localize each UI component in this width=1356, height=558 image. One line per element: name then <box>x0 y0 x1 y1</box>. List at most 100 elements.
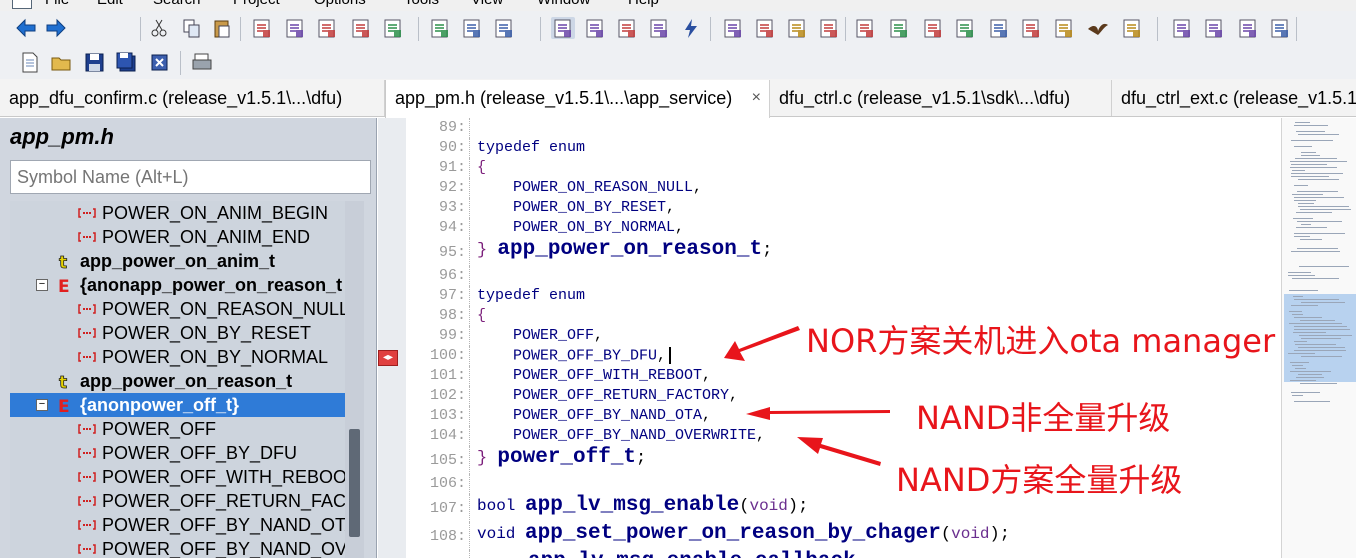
menu-project[interactable]: Project <box>233 0 280 8</box>
code-text: POWER_OFF, <box>477 327 603 344</box>
symbol-tree-item[interactable]: − E {anonapp_power_on_reason_t <box>10 273 345 297</box>
symbol-tree-item[interactable]: POWER_OFF_BY_NAND_OTA <box>10 513 345 537</box>
context-icon[interactable] <box>921 17 945 39</box>
symbol-tree-label: POWER_ON_ANIM_BEGIN <box>102 203 329 223</box>
code-line: 89: <box>406 118 1281 138</box>
menu-search[interactable]: Search <box>153 0 201 8</box>
symbol-tree-item[interactable]: POWER_ON_ANIM_END <box>10 225 345 249</box>
browse-icon[interactable] <box>887 17 911 39</box>
back-icon[interactable] <box>14 17 38 39</box>
menu-help[interactable]: Help <box>628 0 659 8</box>
page-icon[interactable] <box>1236 17 1260 39</box>
expand-icon[interactable] <box>1120 17 1144 39</box>
typedef-icon: t <box>56 251 74 274</box>
minimap-line <box>1290 161 1347 162</box>
symbol-tree-item[interactable]: POWER_ON_ANIM_BEGIN <box>10 201 345 225</box>
minimap-line <box>1292 395 1303 396</box>
minimap-line <box>1295 368 1306 369</box>
save-icon[interactable] <box>83 51 107 73</box>
print-icon[interactable] <box>190 51 214 73</box>
symbol-tree-item[interactable]: − E {anonpower_off_t} <box>10 393 345 417</box>
cut-icon[interactable] <box>147 17 171 39</box>
sync-icon[interactable] <box>987 17 1011 39</box>
jump-down-icon[interactable] <box>315 17 339 39</box>
menubar: File Edit Search Project Options Tools View Win… <box>0 0 1356 11</box>
symbol-tree-item[interactable]: POWER_ON_REASON_NULL <box>10 297 345 321</box>
menu-file[interactable]: File <box>45 0 69 8</box>
info-icon[interactable] <box>1019 17 1043 39</box>
symbol-window-icon[interactable] <box>953 17 977 39</box>
bookmark-next-icon[interactable] <box>460 17 484 39</box>
tab-dfu-ctrl-ext[interactable]: dfu_ctrl_ext.c (release_v1.5.1 <box>1112 80 1356 116</box>
symbol-tree-item[interactable]: POWER_OFF <box>10 417 345 441</box>
menu-view[interactable]: View <box>471 0 503 8</box>
bookmark-prev-icon[interactable] <box>428 17 452 39</box>
gutter-guide <box>469 326 473 346</box>
menu-tools[interactable]: Tools <box>404 0 439 8</box>
minimap-line <box>1294 317 1322 318</box>
font-icon[interactable] <box>1268 17 1292 39</box>
minimap-line <box>1295 158 1337 159</box>
symbol-tree-item[interactable]: POWER_OFF_RETURN_FACT <box>10 489 345 513</box>
code-token: , <box>729 387 739 404</box>
symbol-search-input[interactable] <box>10 160 371 194</box>
tab-dfu-ctrl[interactable]: dfu_ctrl.c (release_v1.5.1\sdk\...\dfu) <box>770 80 1112 116</box>
clip-icon[interactable] <box>817 17 841 39</box>
panel-splitter[interactable]: ◂▸ <box>378 118 406 558</box>
replace-icon[interactable] <box>381 17 405 39</box>
tab-app-dfu-confirm[interactable]: app_dfu_confirm.c (release_v1.5.1\...\df… <box>0 80 385 116</box>
panel-icon[interactable] <box>785 17 809 39</box>
symbol-tree-item[interactable]: t app_power_on_reason_t <box>10 369 345 393</box>
scrollbar-thumb[interactable] <box>349 429 360 537</box>
symbol-tree-item[interactable]: POWER_OFF_WITH_REBOOT <box>10 465 345 489</box>
symbol-icon[interactable] <box>583 17 607 39</box>
symbol-tree-item[interactable]: POWER_ON_BY_NORMAL <box>10 345 345 369</box>
new-file-icon[interactable] <box>18 51 42 73</box>
symbol-tree-item[interactable]: POWER_OFF_BY_DFU <box>10 441 345 465</box>
search-files-icon[interactable] <box>349 17 373 39</box>
function-icon[interactable] <box>647 17 671 39</box>
reference-icon[interactable] <box>615 17 639 39</box>
find-icon[interactable] <box>250 17 274 39</box>
layout-icon[interactable] <box>721 17 745 39</box>
project-icon[interactable] <box>853 17 877 39</box>
gutter-guide <box>469 386 473 406</box>
gutter-guide <box>469 158 473 178</box>
tab-close-icon[interactable]: × <box>752 80 761 116</box>
open-folder-icon[interactable] <box>50 51 74 73</box>
symbol-tree-item[interactable]: POWER_ON_BY_RESET <box>10 321 345 345</box>
tab-app-pm[interactable]: app_pm.h (release_v1.5.1\...\app_service… <box>385 80 770 118</box>
symbol-tree-label: {anonapp_power_on_reason_t <box>80 275 343 295</box>
minimap-line <box>1291 140 1333 141</box>
forward-icon[interactable] <box>44 17 68 39</box>
minimap-line <box>1298 203 1314 204</box>
relation-icon[interactable] <box>551 17 575 39</box>
tree-scrollbar[interactable] <box>345 201 364 558</box>
symbol-tree-item[interactable]: t app_power_on_anim_t <box>10 249 345 273</box>
jump-up-icon[interactable] <box>283 17 307 39</box>
menu-window[interactable]: Window <box>537 0 590 8</box>
menu-edit[interactable]: Edit <box>97 0 123 8</box>
bookmark-list-icon[interactable] <box>492 17 516 39</box>
collapse-icon[interactable] <box>1170 17 1194 39</box>
collapse-toggle-icon[interactable]: − <box>36 279 48 291</box>
save-all-icon[interactable] <box>115 51 139 73</box>
splitter-toggle-icon[interactable]: ◂▸ <box>378 350 398 366</box>
bird-icon[interactable] <box>1086 17 1110 39</box>
menu-options[interactable]: Options <box>314 0 366 8</box>
toggle-icon[interactable] <box>1202 17 1226 39</box>
code-text: typedef enum <box>477 139 585 156</box>
lightning-icon[interactable] <box>679 17 703 39</box>
close-icon[interactable] <box>148 51 172 73</box>
symbol-tree-item[interactable]: POWER_OFF_BY_NAND_OV <box>10 537 345 558</box>
lookup-icon[interactable] <box>1052 17 1076 39</box>
paste-icon[interactable] <box>210 17 234 39</box>
line-number: 107: <box>429 500 466 517</box>
line-number: 102: <box>429 387 466 404</box>
minimap[interactable] <box>1281 118 1356 558</box>
code-token: void <box>749 497 788 515</box>
copy-icon[interactable] <box>180 17 204 39</box>
collapse-toggle-icon[interactable]: − <box>36 399 48 411</box>
window-icon[interactable] <box>753 17 777 39</box>
code-token: app_power_on_reason_t <box>497 238 763 261</box>
